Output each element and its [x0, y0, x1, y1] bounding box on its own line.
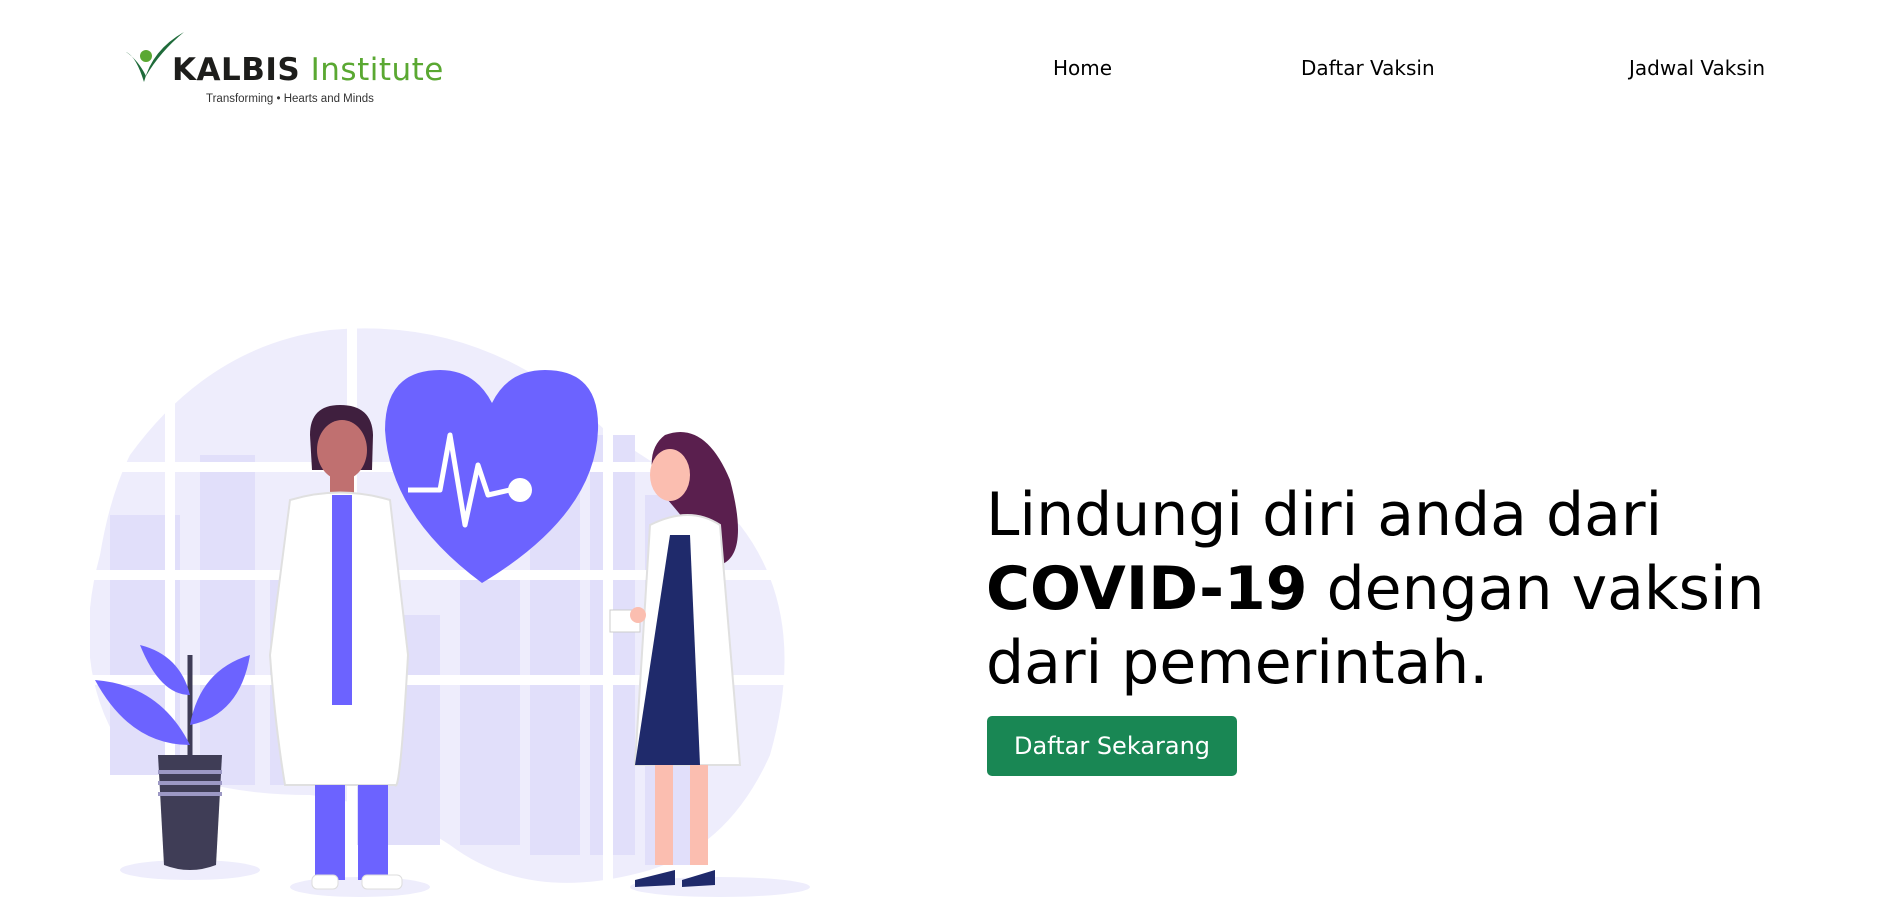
main-nav: Home Daftar Vaksin Jadwal Vaksin [0, 56, 1898, 86]
nav-daftar-vaksin[interactable]: Daftar Vaksin [1301, 56, 1435, 80]
doctors-illustration [90, 325, 910, 915]
hero-heading: Lindungi diri anda dari COVID-19 dengan … [986, 478, 1866, 700]
logo-tagline: Transforming • Hearts and Minds [206, 93, 374, 105]
daftar-sekarang-button[interactable]: Daftar Sekarang [987, 716, 1237, 776]
nav-home[interactable]: Home [1053, 56, 1112, 80]
hero-heading-line1: Lindungi diri anda dari [986, 480, 1663, 550]
nav-jadwal-vaksin[interactable]: Jadwal Vaksin [1629, 56, 1765, 80]
hero-heading-bold: COVID-19 [986, 554, 1308, 624]
page: KALBIS Institute Transforming • Hearts a… [0, 0, 1898, 920]
